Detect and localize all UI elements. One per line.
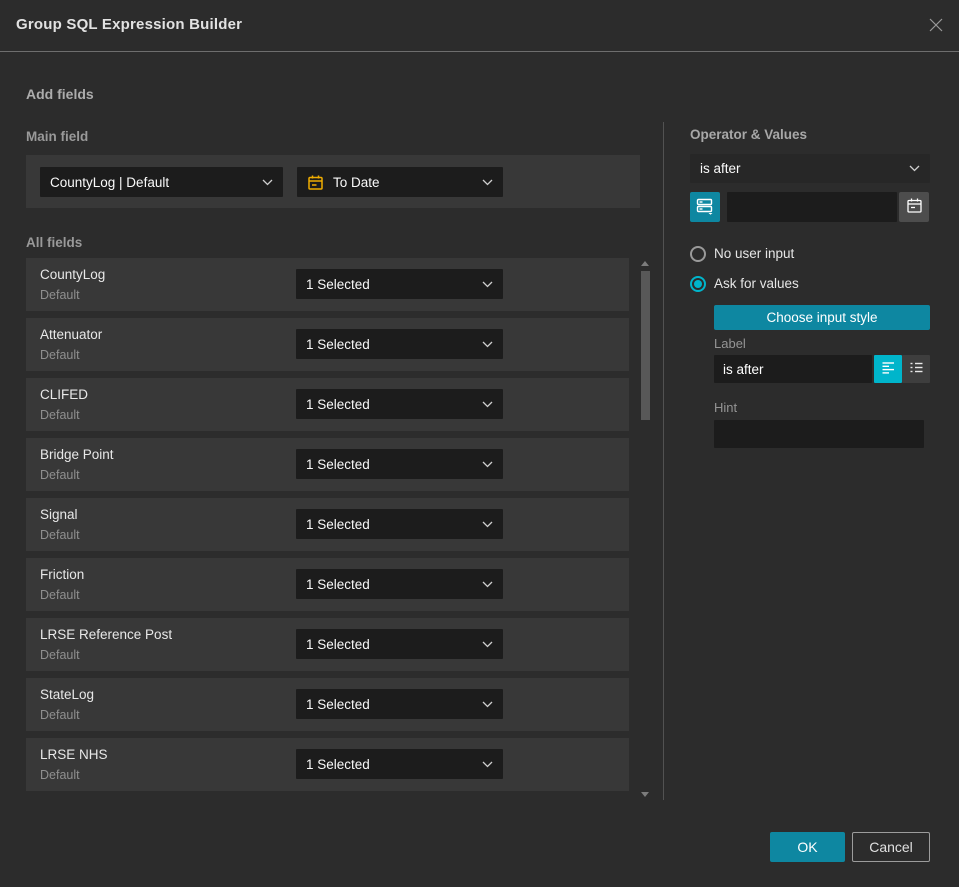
field-selection-dropdown[interactable]: 1 Selected xyxy=(296,629,503,659)
field-selected-value: 1 Selected xyxy=(306,756,370,772)
field-row: CountyLog Default 1 Selected xyxy=(26,258,629,311)
field-row: Bridge Point Default 1 Selected xyxy=(26,438,629,491)
field-subtitle: Default xyxy=(40,528,80,542)
operator-select[interactable]: is after xyxy=(690,154,930,183)
field-row: StateLog Default 1 Selected xyxy=(26,678,629,731)
chevron-down-icon xyxy=(482,281,493,288)
label-field-label: Label xyxy=(714,336,746,351)
field-selected-value: 1 Selected xyxy=(306,336,370,352)
field-name: Bridge Point xyxy=(40,447,114,462)
field-selection-dropdown[interactable]: 1 Selected xyxy=(296,509,503,539)
field-selected-value: 1 Selected xyxy=(306,456,370,472)
chevron-down-icon xyxy=(482,461,493,468)
radio-no-user-input-label: No user input xyxy=(714,246,795,261)
field-row: CLIFED Default 1 Selected xyxy=(26,378,629,431)
chevron-down-icon xyxy=(482,641,493,648)
field-name: CLIFED xyxy=(40,387,89,402)
field-name: Signal xyxy=(40,507,78,522)
scroll-down-icon[interactable] xyxy=(641,792,649,797)
chevron-down-icon xyxy=(482,341,493,348)
field-selection-dropdown[interactable]: 1 Selected xyxy=(296,269,503,299)
unique-values-button[interactable] xyxy=(690,192,720,222)
field-name: Attenuator xyxy=(40,327,103,342)
close-button[interactable] xyxy=(925,15,947,37)
field-name: Friction xyxy=(40,567,85,582)
field-selected-value: 1 Selected xyxy=(306,576,370,592)
scrollbar-thumb[interactable] xyxy=(641,271,650,420)
chevron-down-icon xyxy=(482,401,493,408)
radio-ask-for-values[interactable] xyxy=(690,276,706,292)
field-selection-dropdown[interactable]: 1 Selected xyxy=(296,689,503,719)
field-subtitle: Default xyxy=(40,348,80,362)
single-line-style-button[interactable] xyxy=(874,355,902,383)
main-field-label: Main field xyxy=(26,129,89,144)
field-selected-value: 1 Selected xyxy=(306,276,370,292)
field-name: CountyLog xyxy=(40,267,106,282)
unique-values-icon xyxy=(696,197,714,218)
field-selected-value: 1 Selected xyxy=(306,696,370,712)
field-row: Attenuator Default 1 Selected xyxy=(26,318,629,371)
field-selected-value: 1 Selected xyxy=(306,516,370,532)
dialog-title: Group SQL Expression Builder xyxy=(16,16,243,33)
main-field-select-value: CountyLog | Default xyxy=(50,174,170,190)
main-field-select[interactable]: CountyLog | Default xyxy=(40,167,283,197)
all-fields-list: CountyLog Default 1 Selected Attenuator … xyxy=(26,258,629,798)
choose-input-style-button[interactable]: Choose input style xyxy=(714,305,930,330)
title-bar: Group SQL Expression Builder xyxy=(0,0,959,52)
main-field-container: CountyLog | Default To Date xyxy=(26,155,640,208)
field-selection-dropdown[interactable]: 1 Selected xyxy=(296,449,503,479)
bulleted-list-icon xyxy=(909,360,924,378)
radio-no-user-input[interactable] xyxy=(690,246,706,262)
panel-divider xyxy=(663,122,664,800)
ok-button[interactable]: OK xyxy=(770,832,845,862)
group-sql-expression-builder-dialog: Group SQL Expression Builder Add fields … xyxy=(0,0,959,887)
field-selected-value: 1 Selected xyxy=(306,396,370,412)
list-style-button[interactable] xyxy=(902,355,930,383)
align-left-icon xyxy=(881,360,896,378)
date-field-select-value: To Date xyxy=(333,174,380,190)
field-name: StateLog xyxy=(40,687,95,702)
calendar-icon xyxy=(906,197,923,217)
label-input[interactable] xyxy=(714,355,872,383)
chevron-down-icon xyxy=(482,701,493,708)
date-picker-button[interactable] xyxy=(899,192,929,222)
cancel-button[interactable]: Cancel xyxy=(852,832,930,862)
chevron-down-icon xyxy=(909,165,920,172)
chevron-down-icon xyxy=(482,581,493,588)
operator-select-value: is after xyxy=(700,161,741,176)
chevron-down-icon xyxy=(482,521,493,528)
scroll-up-icon[interactable] xyxy=(641,261,649,266)
field-row: Friction Default 1 Selected xyxy=(26,558,629,611)
field-subtitle: Default xyxy=(40,408,80,422)
field-name: LRSE Reference Post xyxy=(40,627,173,642)
radio-ask-for-values-label: Ask for values xyxy=(714,276,799,291)
field-subtitle: Default xyxy=(40,648,80,662)
operator-values-heading: Operator & Values xyxy=(690,127,808,142)
field-row: LRSE Reference Post Default 1 Selected xyxy=(26,618,629,671)
field-subtitle: Default xyxy=(40,588,80,602)
field-selection-dropdown[interactable]: 1 Selected xyxy=(296,329,503,359)
chevron-down-icon xyxy=(482,761,493,768)
date-field-select[interactable]: To Date xyxy=(297,167,503,197)
close-icon xyxy=(928,17,944,36)
field-selection-dropdown[interactable]: 1 Selected xyxy=(296,569,503,599)
field-row: LRSE NHS Default 1 Selected xyxy=(26,738,629,791)
field-subtitle: Default xyxy=(40,768,80,782)
hint-field-label: Hint xyxy=(714,400,738,415)
field-subtitle: Default xyxy=(40,468,80,482)
value-input[interactable] xyxy=(727,192,897,222)
chevron-down-icon xyxy=(482,179,493,186)
add-fields-heading: Add fields xyxy=(26,86,94,102)
hint-input[interactable] xyxy=(714,420,924,448)
field-subtitle: Default xyxy=(40,708,80,722)
field-row: Signal Default 1 Selected xyxy=(26,498,629,551)
calendar-icon xyxy=(307,174,324,191)
all-fields-label: All fields xyxy=(26,235,83,250)
field-name: LRSE NHS xyxy=(40,747,108,762)
chevron-down-icon xyxy=(262,179,273,186)
field-selection-dropdown[interactable]: 1 Selected xyxy=(296,749,503,779)
field-subtitle: Default xyxy=(40,288,80,302)
field-selection-dropdown[interactable]: 1 Selected xyxy=(296,389,503,419)
field-selected-value: 1 Selected xyxy=(306,636,370,652)
